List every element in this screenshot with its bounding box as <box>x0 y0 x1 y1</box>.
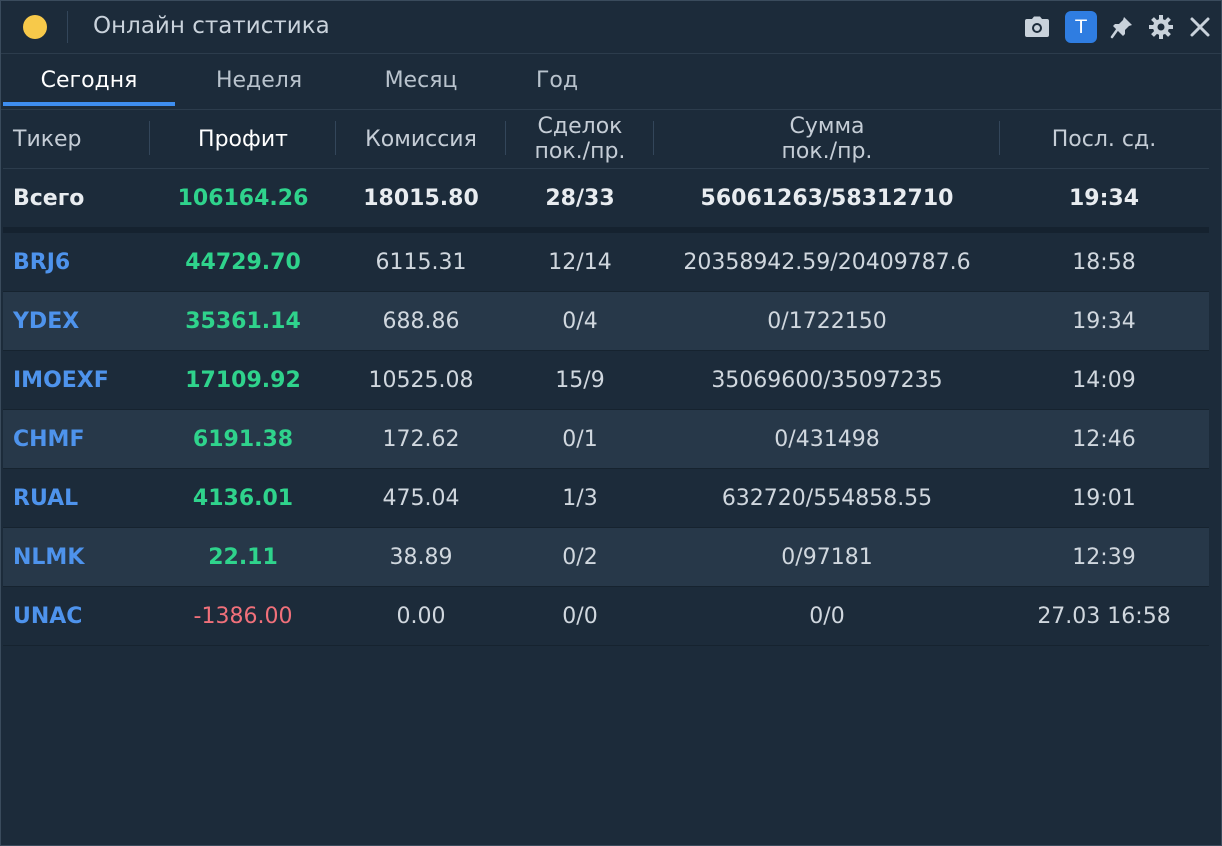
cell-sum: 0/97181 <box>781 544 873 570</box>
header-profit[interactable]: Профит <box>151 110 335 168</box>
cell-deals: 0/1 <box>562 426 598 452</box>
cell-sum: 0/0 <box>809 603 845 629</box>
cell-last-deal: 18:58 <box>1072 249 1136 275</box>
cell-deals: 0/0 <box>562 603 598 629</box>
cell-profit: 17109.92 <box>185 367 301 393</box>
title-bar: Онлайн статистика T <box>1 1 1221 54</box>
tab-today[interactable]: Сегодня <box>3 54 175 106</box>
header-divider <box>335 121 336 155</box>
camera-icon[interactable] <box>1022 11 1052 43</box>
settings-gear-icon[interactable] <box>1147 11 1175 43</box>
tab-month[interactable]: Месяц <box>343 54 499 106</box>
table-row[interactable]: IMOEXF 17109.92 10525.08 15/9 35069600/35097… <box>3 351 1209 410</box>
pin-icon[interactable] <box>1109 11 1135 43</box>
cell-deals: 12/14 <box>548 249 612 275</box>
cell-last-deal: 12:39 <box>1072 544 1136 570</box>
cell-last-deal: 14:09 <box>1072 367 1136 393</box>
cell-deals: 0/4 <box>562 308 598 334</box>
cell-sum: 0/1722150 <box>767 308 887 334</box>
cell-commission: 38.89 <box>389 544 453 570</box>
cell-ticker[interactable]: NLMK <box>3 528 149 586</box>
table-row[interactable]: CHMF 6191.38 172.62 0/1 0/431498 12:46 <box>3 410 1209 469</box>
cell-sum: 20358942.59/20409787.6 <box>683 249 971 275</box>
cell-ticker[interactable]: YDEX <box>3 292 149 350</box>
active-tab-indicator <box>3 102 175 106</box>
table-header: Тикер Профит Комиссия Сделок пок./пр. Су… <box>3 110 1209 169</box>
header-sum-line2: пок./пр. <box>781 139 873 164</box>
title-divider <box>67 11 68 43</box>
close-icon[interactable] <box>1187 11 1213 43</box>
cell-commission: 6115.31 <box>375 249 467 275</box>
period-tabs: Сегодня Неделя Месяц Год <box>1 54 1221 110</box>
cell-ticker[interactable]: UNAC <box>3 587 149 645</box>
theme-toggle-icon: T <box>1075 16 1087 38</box>
total-sum: 56061263/58312710 <box>700 185 954 211</box>
total-profit: 106164.26 <box>177 185 309 211</box>
header-divider <box>999 121 1000 155</box>
cell-last-deal: 19:34 <box>1072 308 1136 334</box>
cell-profit: 22.11 <box>208 544 278 570</box>
cell-profit: 4136.01 <box>192 485 294 511</box>
header-ticker[interactable]: Тикер <box>3 110 149 168</box>
cell-commission: 10525.08 <box>368 367 474 393</box>
header-commission[interactable]: Комиссия <box>337 110 505 168</box>
table-row[interactable]: NLMK 22.11 38.89 0/2 0/97181 12:39 <box>3 528 1209 587</box>
cell-commission: 688.86 <box>382 308 460 334</box>
window-title: Онлайн статистика <box>93 13 330 39</box>
total-label: Всего <box>13 185 85 211</box>
header-last-deal[interactable]: Посл. сд. <box>1001 110 1207 168</box>
table-row[interactable]: YDEX 35361.14 688.86 0/4 0/1722150 19:34 <box>3 292 1209 351</box>
header-deals-line1: Сделок <box>537 114 623 139</box>
cell-ticker[interactable]: RUAL <box>3 469 149 527</box>
cell-last-deal: 27.03 16:58 <box>1037 603 1171 629</box>
stats-table: Тикер Профит Комиссия Сделок пок./пр. Су… <box>3 110 1209 646</box>
cell-profit: 44729.70 <box>185 249 301 275</box>
cell-sum: 35069600/35097235 <box>711 367 943 393</box>
total-row: Всего 106164.26 18015.80 28/33 56061263/… <box>3 169 1209 233</box>
status-indicator[interactable] <box>23 15 47 39</box>
total-deals: 28/33 <box>545 185 615 211</box>
header-sum-line1: Сумма <box>789 114 865 139</box>
table-row[interactable]: BRJ6 44729.70 6115.31 12/14 20358942.59/2040… <box>3 233 1209 292</box>
header-divider <box>653 121 654 155</box>
cell-sum: 0/431498 <box>774 426 880 452</box>
cell-profit: -1386.00 <box>193 603 293 629</box>
theme-toggle-button[interactable]: T <box>1065 11 1097 43</box>
cell-deals: 1/3 <box>562 485 598 511</box>
header-deals[interactable]: Сделок пок./пр. <box>507 110 653 168</box>
cell-deals: 0/2 <box>562 544 598 570</box>
header-sum[interactable]: Сумма пок./пр. <box>655 110 999 168</box>
cell-sum: 632720/554858.55 <box>721 485 933 511</box>
cell-profit: 6191.38 <box>192 426 294 452</box>
cell-last-deal: 19:01 <box>1072 485 1136 511</box>
table-body: BRJ6 44729.70 6115.31 12/14 20358942.59/2040… <box>3 233 1209 646</box>
total-last-deal: 19:34 <box>1068 185 1140 211</box>
cell-last-deal: 12:46 <box>1072 426 1136 452</box>
header-divider <box>149 121 150 155</box>
cell-ticker[interactable]: BRJ6 <box>3 233 149 291</box>
header-deals-line2: пок./пр. <box>534 139 626 164</box>
header-divider <box>505 121 506 155</box>
table-row[interactable]: UNAC -1386.00 0.00 0/0 0/0 27.03 16:58 <box>3 587 1209 646</box>
cell-profit: 35361.14 <box>185 308 301 334</box>
cell-commission: 172.62 <box>382 426 460 452</box>
total-commission: 18015.80 <box>363 185 479 211</box>
stats-window: Онлайн статистика T Сегодня Неделя Месяц… <box>0 0 1222 846</box>
cell-ticker[interactable]: IMOEXF <box>3 351 149 409</box>
table-row[interactable]: RUAL 4136.01 475.04 1/3 632720/554858.55 19:0… <box>3 469 1209 528</box>
cell-commission: 475.04 <box>382 485 460 511</box>
tab-year[interactable]: Год <box>499 54 615 106</box>
cell-commission: 0.00 <box>396 603 446 629</box>
cell-deals: 15/9 <box>555 367 605 393</box>
cell-ticker[interactable]: CHMF <box>3 410 149 468</box>
tab-week[interactable]: Неделя <box>175 54 343 106</box>
